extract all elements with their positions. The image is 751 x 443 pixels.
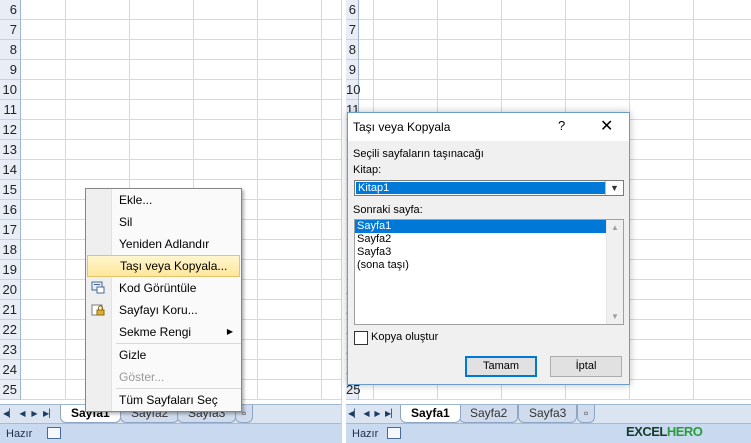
row-header[interactable]: 24 (0, 360, 20, 380)
row-header[interactable]: 23 (0, 340, 20, 360)
row-header[interactable]: 14 (0, 160, 20, 180)
close-button[interactable]: ✕ (600, 116, 613, 136)
book-select[interactable]: Kitap1 ▼ (354, 180, 624, 196)
row-header[interactable]: 19 (0, 260, 20, 280)
sheet-tab-sayfa2[interactable]: Sayfa2 (459, 405, 519, 423)
book-label: Kitap: (353, 164, 382, 176)
sheet-tab-bar: ◀▏ ◀ ▶ ▶▏ Sayfa1 Sayfa2 Sayfa3 ▫ (346, 404, 751, 423)
row-header[interactable]: 11 (0, 100, 20, 120)
menu-item-tab-color[interactable]: Sekme Rengi ▶ (86, 321, 241, 343)
sheet-tab-sayfa3[interactable]: Sayfa3 (518, 405, 578, 423)
list-item[interactable]: Sayfa3 (355, 246, 606, 259)
menu-item-unhide: Göster... (86, 366, 241, 388)
create-copy-label: Kopya oluştur (371, 331, 439, 343)
before-sheet-list[interactable]: Sayfa1 Sayfa2 Sayfa3 (sona taşı) ▲ ▼ (354, 219, 624, 325)
move-or-copy-dialog: Taşı veya Kopyala ? ✕ Seçili sayfaların … (347, 112, 630, 385)
macro-record-icon[interactable] (47, 427, 61, 439)
submenu-arrow-icon: ▶ (226, 327, 233, 336)
list-item[interactable]: Sayfa2 (355, 233, 606, 246)
row-header[interactable]: 6 (346, 0, 358, 20)
menu-item-label: Sayfayı Koru... (119, 303, 198, 317)
sheet-context-menu: Ekle... Sil Yeniden Adlandır Taşı veya K… (85, 188, 242, 412)
dialog-title: Taşı veya Kopyala (353, 120, 451, 134)
prev-sheet-icon[interactable]: ◀ (17, 408, 28, 419)
menu-item-select-all-sheets[interactable]: Tüm Sayfaları Seç (86, 389, 241, 411)
create-copy-checkbox[interactable] (354, 331, 368, 345)
menu-item-protect-sheet[interactable]: Sayfayı Koru... (86, 299, 241, 321)
scroll-up-icon[interactable]: ▲ (607, 220, 623, 235)
row-header[interactable]: 17 (0, 220, 20, 240)
next-sheet-icon[interactable]: ▶ (372, 408, 383, 419)
row-header[interactable]: 16 (0, 200, 20, 220)
row-header[interactable]: 12 (0, 120, 20, 140)
list-item[interactable]: (sona taşı) (355, 259, 606, 272)
dialog-description: Seçili sayfaların taşınacağı (353, 148, 484, 160)
menu-item-label: Tüm Sayfaları Seç (119, 393, 218, 407)
row-headers: 678910111213141516171819202122232425 (0, 0, 21, 400)
last-sheet-icon[interactable]: ▶▏ (43, 408, 55, 419)
menu-item-label: Göster... (119, 370, 165, 384)
menu-item-move-or-copy[interactable]: Taşı veya Kopyala... (87, 255, 240, 277)
row-header[interactable]: 20 (0, 280, 20, 300)
row-header[interactable]: 6 (0, 0, 20, 20)
row-header[interactable]: 10 (346, 80, 360, 100)
ok-button[interactable]: Tamam (465, 356, 537, 377)
menu-item-insert[interactable]: Ekle... (86, 189, 241, 211)
status-text: Hazır (352, 428, 379, 440)
menu-item-label: Yeniden Adlandır (119, 237, 210, 251)
row-header[interactable]: 8 (346, 40, 358, 60)
watermark-part: HERO (666, 424, 703, 439)
book-select-value: Kitap1 (356, 182, 605, 194)
cancel-button[interactable]: İptal (550, 356, 622, 377)
insert-sheet-icon[interactable]: ▫ (577, 405, 596, 423)
status-bar: Hazır (0, 423, 341, 443)
row-header[interactable]: 9 (0, 60, 20, 80)
list-item[interactable]: Sayfa1 (355, 220, 606, 233)
menu-item-view-code[interactable]: Kod Görüntüle (86, 277, 241, 299)
watermark-logo: EXCELHERO (626, 424, 703, 439)
menu-item-rename[interactable]: Yeniden Adlandır (86, 233, 241, 255)
row-header[interactable]: 22 (0, 320, 20, 340)
sheet-tab-sayfa1[interactable]: Sayfa1 (400, 405, 461, 423)
menu-item-delete[interactable]: Sil (86, 211, 241, 233)
row-header[interactable]: 25 (0, 380, 20, 400)
last-sheet-icon[interactable]: ▶▏ (385, 408, 397, 419)
scroll-down-icon[interactable]: ▼ (607, 309, 623, 324)
row-header[interactable]: 7 (0, 20, 20, 40)
menu-item-label: Sil (119, 215, 133, 229)
menu-item-label: Taşı veya Kopyala... (120, 259, 228, 273)
menu-item-label: Sekme Rengi (119, 325, 192, 339)
menu-item-label: Kod Görüntüle (119, 281, 197, 295)
row-header[interactable]: 7 (346, 20, 358, 40)
watermark-part: EL (651, 424, 667, 439)
menu-item-label: Gizle (119, 348, 147, 362)
macro-record-icon[interactable] (387, 427, 401, 439)
row-header[interactable]: 21 (0, 300, 20, 320)
prev-sheet-icon[interactable]: ◀ (361, 408, 372, 419)
watermark-part: EXC (626, 424, 652, 439)
next-sheet-icon[interactable]: ▶ (29, 408, 40, 419)
protect-sheet-icon (91, 304, 105, 316)
row-header[interactable]: 13 (0, 140, 20, 160)
row-header[interactable]: 15 (0, 180, 20, 200)
help-button[interactable]: ? (558, 118, 565, 133)
dialog-title-bar: Taşı veya Kopyala ? ✕ (348, 113, 629, 141)
row-header[interactable]: 9 (346, 60, 358, 80)
status-text: Hazır (6, 428, 33, 440)
row-header[interactable]: 10 (0, 80, 20, 100)
before-sheet-label: Sonraki sayfa: (353, 204, 423, 216)
code-view-icon (91, 281, 105, 294)
menu-item-label: Ekle... (119, 193, 153, 207)
first-sheet-icon[interactable]: ◀▏ (3, 408, 15, 419)
list-scrollbar[interactable]: ▲ ▼ (606, 220, 623, 324)
chevron-down-icon[interactable]: ▼ (605, 181, 623, 195)
row-header[interactable]: 18 (0, 240, 20, 260)
menu-item-hide[interactable]: Gizle (86, 344, 241, 366)
first-sheet-icon[interactable]: ◀▏ (348, 408, 360, 419)
row-header[interactable]: 8 (0, 40, 20, 60)
